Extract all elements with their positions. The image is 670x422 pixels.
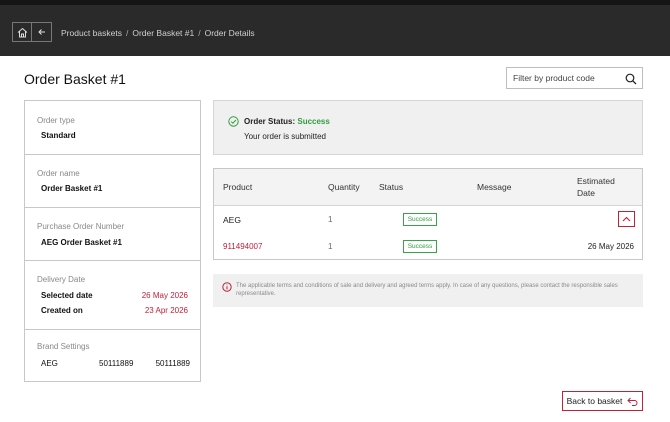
po-number-value: AEG Order Basket #1 bbox=[41, 238, 122, 247]
breadcrumb-order-basket[interactable]: Order Basket #1 bbox=[132, 28, 194, 38]
delivery-date-label: Delivery Date bbox=[37, 275, 86, 284]
order-status-line: Order Status: Success bbox=[244, 117, 330, 126]
order-info-panel: Order type Standard Order name Order Bas… bbox=[24, 100, 201, 382]
product-filter-input[interactable] bbox=[513, 73, 621, 83]
selected-date-row: Selected date 26 May 2026 bbox=[41, 291, 188, 300]
top-bar: Product baskets / Order Basket #1/Order De… bbox=[0, 0, 670, 56]
brand-settings-section: Brand Settings AEG 50111889 50111889 bbox=[25, 330, 200, 381]
selected-date-label: Selected date bbox=[41, 291, 93, 300]
po-number-label: Purchase Order Number bbox=[37, 222, 125, 231]
group-status-badge: Success bbox=[403, 213, 437, 226]
breadcrumb: Product baskets / Order Basket #1/Order De… bbox=[61, 28, 255, 38]
order-status-label: Order Status: bbox=[244, 117, 296, 126]
selected-date-value: 26 May 2026 bbox=[141, 291, 188, 300]
back-to-basket-label: Back to basket bbox=[566, 396, 623, 406]
order-status-box: Order Status: Success Your order is subm… bbox=[213, 100, 643, 155]
order-name-label: Order name bbox=[37, 169, 80, 178]
header-date: Date bbox=[577, 188, 595, 198]
created-on-row: Created on 23 Apr 2026 bbox=[41, 306, 188, 315]
created-on-label: Created on bbox=[41, 306, 83, 315]
search-icon[interactable] bbox=[625, 73, 637, 85]
breadcrumb-order-details: Order Details bbox=[204, 28, 255, 38]
home-icon bbox=[17, 27, 27, 37]
group-product: AEG bbox=[223, 215, 241, 225]
item-estimated-date: 26 May 2026 bbox=[587, 242, 634, 251]
item-quantity: 1 bbox=[328, 242, 333, 251]
return-arrow-icon bbox=[627, 397, 638, 406]
order-name-section: Order name Order Basket #1 bbox=[25, 155, 200, 208]
breadcrumb-product-baskets[interactable]: Product baskets bbox=[61, 28, 122, 38]
page-title: Order Basket #1 bbox=[24, 71, 126, 87]
info-circle-icon bbox=[222, 282, 232, 292]
item-product-link[interactable]: 911494007 bbox=[223, 242, 262, 251]
chevron-up-icon bbox=[622, 216, 631, 222]
order-type-value: Standard bbox=[41, 131, 76, 140]
brand-code-2: 50111889 bbox=[155, 359, 190, 368]
header-status: Status bbox=[379, 182, 404, 192]
order-status-message: Your order is submitted bbox=[244, 132, 326, 141]
brand-name: AEG bbox=[41, 359, 58, 368]
terms-text: The applicable terms and conditions of s… bbox=[236, 283, 618, 297]
header-quantity: Quantity bbox=[328, 182, 360, 192]
home-button[interactable] bbox=[12, 22, 32, 42]
terms-notice: The applicable terms and conditions of s… bbox=[213, 274, 643, 307]
created-on-value: 23 Apr 2026 bbox=[144, 306, 188, 315]
order-type-label: Order type bbox=[37, 116, 75, 125]
back-nav-button[interactable] bbox=[32, 22, 52, 42]
brand-code-1: 50111889 bbox=[99, 359, 134, 368]
header-message: Message bbox=[477, 182, 512, 192]
brand-settings-label: Brand Settings bbox=[37, 342, 90, 351]
filter-box bbox=[506, 67, 643, 89]
collapse-button[interactable] bbox=[618, 211, 635, 227]
group-quantity: 1 bbox=[328, 215, 333, 224]
arrow-left-icon bbox=[37, 29, 45, 35]
delivery-date-section: Delivery Date Selected date 26 May 2026 … bbox=[25, 261, 200, 330]
table-header: Product Quantity Status Message Estimate… bbox=[214, 169, 642, 206]
header-estimated: Estimated bbox=[577, 176, 615, 186]
check-circle-icon bbox=[228, 116, 239, 127]
order-status-value: Success bbox=[297, 117, 330, 126]
item-status-badge: Success bbox=[403, 240, 437, 253]
order-items-table: Product Quantity Status Message Estimate… bbox=[213, 168, 643, 260]
po-number-section: Purchase Order Number AEG Order Basket #… bbox=[25, 208, 200, 261]
header-product: Product bbox=[223, 182, 253, 192]
back-to-basket-button[interactable]: Back to basket bbox=[562, 391, 643, 411]
order-name-value: Order Basket #1 bbox=[41, 184, 103, 193]
order-type-section: Order type Standard bbox=[25, 101, 200, 155]
